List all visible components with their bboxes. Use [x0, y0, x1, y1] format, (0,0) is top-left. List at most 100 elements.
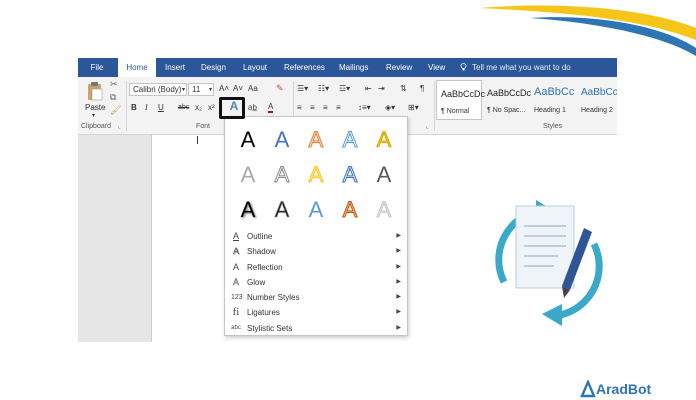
style-preview: AaBbCcD [581, 87, 617, 98]
clear-formatting-icon[interactable]: ✎ [276, 82, 284, 94]
effect-style[interactable]: A [231, 158, 265, 192]
multilevel-list-icon[interactable]: ☲▾ [339, 83, 350, 95]
copy-icon[interactable]: ⧉ [110, 91, 116, 103]
ribbon-tab-bar: File Home Insert Design Layout Reference… [78, 58, 617, 77]
increase-indent-icon[interactable]: ⇥ [378, 83, 385, 95]
bold-button[interactable]: B [131, 102, 137, 114]
effect-style[interactable]: A [265, 123, 299, 157]
menu-item-number-styles[interactable]: 123 Number Styles ▶ [225, 290, 409, 305]
font-size-chevron-icon[interactable]: ▾ [209, 84, 212, 96]
effect-style[interactable]: A [367, 158, 401, 192]
menu-item-ligatures[interactable]: fi Ligatures ▶ [225, 305, 409, 320]
lightbulb-icon [460, 63, 467, 71]
outline-icon: A [232, 231, 239, 241]
font-name-select[interactable]: Calibri (Body) [129, 83, 187, 96]
clipboard-group-label: Clipboard [81, 123, 111, 130]
numbering-icon[interactable]: ☷▾ [318, 83, 329, 95]
shrink-font-button[interactable]: A˅ [233, 83, 243, 95]
grow-font-button[interactable]: A˄ [219, 83, 229, 95]
strikethrough-button[interactable]: abc [178, 102, 189, 114]
effect-style[interactable]: A [299, 158, 333, 192]
show-marks-icon[interactable]: ¶ [420, 83, 424, 95]
menu-item-shadow[interactable]: A Shadow ▶ [225, 244, 409, 259]
paragraph-launcher-icon[interactable]: ⌞ [426, 121, 429, 133]
style-heading-1[interactable]: AaBbCc Heading 1 [530, 80, 576, 120]
subscript-button[interactable]: x₂ [195, 102, 202, 114]
effect-style[interactable]: A [333, 193, 367, 227]
tab-references[interactable]: References [284, 58, 325, 77]
format-painter-icon[interactable]: 🖌 [110, 104, 121, 116]
effect-style[interactable]: A [231, 193, 265, 227]
styles-group-label: Styles [543, 123, 563, 130]
submenu-arrow-icon: ▶ [396, 294, 401, 301]
tab-home[interactable]: Home [118, 58, 156, 77]
decrease-indent-icon[interactable]: ⇤ [365, 83, 372, 95]
text-cursor [197, 136, 198, 144]
tab-mailings[interactable]: Mailings [339, 58, 368, 77]
stage: File Home Insert Design Layout Reference… [0, 0, 696, 400]
bullets-icon[interactable]: ☰▾ [297, 83, 308, 95]
tell-me-box[interactable]: Tell me what you want to do [460, 58, 571, 77]
effect-style[interactable]: A [333, 123, 367, 157]
tab-review[interactable]: Review [386, 58, 412, 77]
shading-icon[interactable]: ◈▾ [385, 102, 395, 114]
clipboard-launcher-icon[interactable]: ⌞ [118, 121, 121, 133]
align-left-icon[interactable]: ≡ [297, 102, 302, 114]
menu-item-label: Stylistic Sets [247, 323, 293, 333]
menu-item-stylistic-sets[interactable]: abc Stylistic Sets ▶ [225, 321, 409, 336]
style-no-spacing[interactable]: AaBbCcDc ¶ No Spac... [483, 80, 531, 120]
borders-icon[interactable]: ⊞▾ [408, 102, 419, 114]
effect-style[interactable]: A [299, 123, 333, 157]
style-heading-2[interactable]: AaBbCcD Heading 2 [577, 80, 617, 120]
sort-icon[interactable]: ⇅ [400, 83, 407, 95]
menu-item-label: Shadow [247, 247, 276, 257]
effect-style[interactable]: A [265, 193, 299, 227]
effect-style[interactable]: A [367, 123, 401, 157]
align-center-icon[interactable]: ≡ [310, 102, 315, 114]
tab-design[interactable]: Design [201, 58, 226, 77]
submenu-arrow-icon: ▶ [396, 233, 401, 239]
effect-style[interactable]: A [299, 193, 333, 227]
paste-icon[interactable] [86, 81, 104, 101]
style-name: Heading 2 [581, 107, 613, 114]
menu-item-label: Ligatures [247, 308, 280, 318]
change-case-button[interactable]: Aa [248, 83, 258, 95]
italic-button[interactable]: I [145, 102, 148, 114]
paste-button-label[interactable]: Paste [85, 102, 105, 114]
underline-button[interactable]: U [158, 102, 164, 114]
number-styles-icon: 123 [231, 294, 243, 302]
align-right-icon[interactable]: ≡ [323, 102, 328, 114]
divider [126, 81, 127, 131]
style-name: ¶ Normal [441, 108, 470, 115]
style-name: Heading 1 [534, 107, 566, 114]
menu-item-reflection[interactable]: A Reflection ▶ [225, 260, 409, 275]
font-name-chevron-icon[interactable]: ▾ [182, 84, 185, 96]
cut-icon[interactable]: ✂ [110, 78, 118, 90]
submenu-arrow-icon: ▶ [396, 309, 401, 316]
shadow-icon: A [232, 246, 239, 257]
style-preview: AaBbCc [534, 86, 575, 98]
superscript-button[interactable]: x² [208, 102, 215, 114]
style-normal[interactable]: AaBbCcDc ¶ Normal [436, 80, 485, 120]
submenu-arrow-icon: ▶ [396, 248, 401, 255]
divider [434, 81, 435, 131]
font-color-icon[interactable]: A [268, 102, 274, 113]
menu-item-label: Reflection [247, 262, 283, 272]
tab-insert[interactable]: Insert [165, 58, 185, 77]
tab-file[interactable]: File [78, 58, 116, 77]
text-effects-dropdown: A A A A A A A A A A A A A A A A Outline … [224, 116, 408, 336]
reflection-icon: A [232, 261, 239, 272]
paste-dropdown-arrow[interactable]: ▾ [92, 110, 95, 122]
text-highlight-color-icon[interactable]: ab̲ [248, 102, 257, 114]
tab-layout[interactable]: Layout [243, 58, 267, 77]
line-spacing-icon[interactable]: ↕≡▾ [358, 102, 371, 114]
menu-item-outline[interactable]: A Outline ▶ [225, 229, 409, 244]
effect-style[interactable]: A [367, 193, 401, 227]
justify-icon[interactable]: ≡ [336, 102, 341, 114]
effect-style[interactable]: A [231, 123, 265, 157]
effect-style[interactable]: A [333, 158, 367, 192]
tab-view[interactable]: View [428, 58, 445, 77]
menu-item-glow[interactable]: A Glow ▶ [225, 275, 409, 290]
submenu-arrow-icon: ▶ [396, 263, 401, 270]
effect-style[interactable]: A [265, 158, 299, 192]
